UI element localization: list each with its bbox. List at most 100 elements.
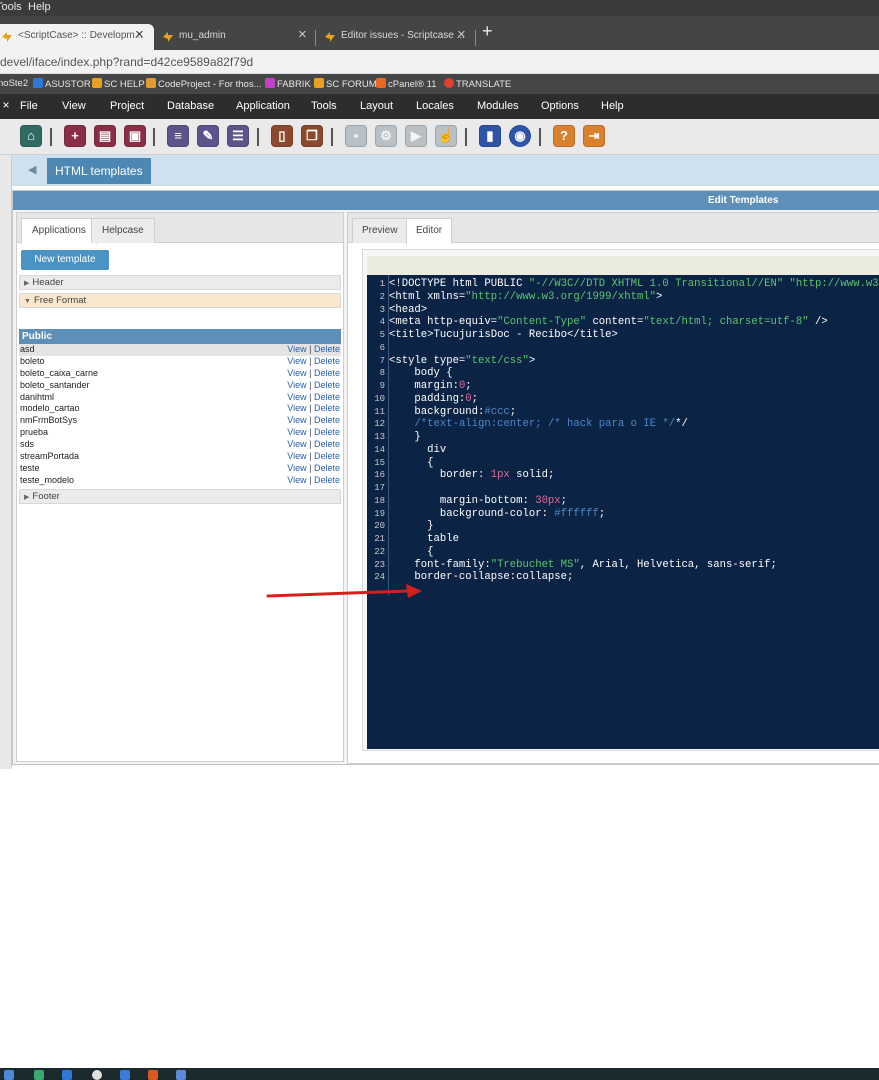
taskbar-app-icon[interactable]: [176, 1070, 186, 1080]
list-item[interactable]: boleto_santander View | Delete: [19, 380, 341, 392]
taskbar-app-icon[interactable]: [92, 1070, 102, 1080]
taskbar-app-icon[interactable]: [120, 1070, 130, 1080]
template-name[interactable]: nmFrmBotSys: [20, 415, 77, 427]
document-icon[interactable]: ▯: [271, 125, 293, 147]
section-header[interactable]: ▶ Header: [19, 275, 341, 290]
menu-view[interactable]: View: [62, 100, 86, 112]
collapse-arrow-icon[interactable]: ◀: [28, 163, 36, 176]
menu-project[interactable]: Project: [110, 100, 144, 112]
delete-link[interactable]: Delete: [314, 344, 340, 354]
close-icon[interactable]: ×: [457, 26, 466, 43]
template-name[interactable]: modelo_cartao: [20, 403, 80, 415]
view-link[interactable]: View: [287, 427, 306, 437]
list-item[interactable]: sds View | Delete: [19, 439, 341, 451]
close-icon[interactable]: ×: [135, 26, 144, 43]
bookmark-item[interactable]: CodeProject - For thos...: [146, 78, 261, 90]
help-icon[interactable]: ?: [553, 125, 575, 147]
os-menu-help[interactable]: Help: [28, 1, 51, 13]
delete-link[interactable]: Delete: [314, 475, 340, 485]
spellcheck-icon[interactable]: ◉: [509, 125, 531, 147]
run-icon[interactable]: ▶: [405, 125, 427, 147]
taskbar-app-icon[interactable]: [4, 1070, 14, 1080]
list-item[interactable]: teste View | Delete: [19, 463, 341, 475]
edit-app-icon[interactable]: ✎: [197, 125, 219, 147]
menu-options[interactable]: Options: [541, 100, 579, 112]
bookmark-item[interactable]: TRANSLATE: [444, 78, 511, 90]
list-item[interactable]: streamPortada View | Delete: [19, 451, 341, 463]
database-icon[interactable]: ☰: [227, 125, 249, 147]
delete-link[interactable]: Delete: [314, 356, 340, 366]
tab-preview[interactable]: Preview: [352, 218, 408, 243]
list-item[interactable]: modelo_cartao View | Delete: [19, 403, 341, 415]
tab-editor[interactable]: Editor: [406, 218, 453, 244]
menu-application[interactable]: Application: [236, 100, 290, 112]
template-name[interactable]: streamPortada: [20, 451, 79, 463]
template-name[interactable]: boleto_santander: [20, 380, 90, 392]
open-project-icon[interactable]: ▤: [94, 125, 116, 147]
view-link[interactable]: View: [287, 463, 306, 473]
list-item[interactable]: danihtml View | Delete: [19, 392, 341, 404]
section-footer[interactable]: ▶ Footer: [19, 489, 341, 504]
delete-link[interactable]: Delete: [314, 368, 340, 378]
menu-locales[interactable]: Locales: [416, 100, 454, 112]
taskbar-app-icon[interactable]: [148, 1070, 158, 1080]
template-name[interactable]: boleto: [20, 356, 45, 368]
list-item[interactable]: nmFrmBotSys View | Delete: [19, 415, 341, 427]
close-icon[interactable]: ×: [0, 94, 12, 119]
template-name[interactable]: sds: [20, 439, 34, 451]
list-item[interactable]: boleto_caixa_carne View | Delete: [19, 368, 341, 380]
menu-tools[interactable]: Tools: [311, 100, 337, 112]
bookmark-item[interactable]: cPanel® 11: [376, 78, 437, 90]
code-editor[interactable]: 1 <!DOCTYPE html PUBLIC "-//W3C//DTD XHTM…: [367, 275, 879, 749]
template-name[interactable]: prueba: [20, 427, 48, 439]
delete-link[interactable]: Delete: [314, 451, 340, 461]
touch-icon[interactable]: ☝: [435, 125, 457, 147]
delete-link[interactable]: Delete: [314, 439, 340, 449]
delete-link[interactable]: Delete: [314, 427, 340, 437]
view-link[interactable]: View: [287, 356, 306, 366]
list-item[interactable]: asd View | Delete: [19, 344, 341, 356]
browser-tab-scriptcase[interactable]: <ScriptCase> :: Developm... ×: [0, 24, 154, 50]
view-link[interactable]: View: [287, 392, 306, 402]
section-free-format[interactable]: ▼ Free Format: [19, 293, 341, 308]
save-icon[interactable]: ▪: [345, 125, 367, 147]
template-name[interactable]: teste_modelo: [20, 475, 74, 487]
home-icon[interactable]: ⌂: [20, 125, 42, 147]
bookmark-item[interactable]: SC HELP: [92, 78, 145, 90]
view-link[interactable]: View: [287, 344, 306, 354]
new-template-button[interactable]: New template: [21, 250, 109, 270]
delete-link[interactable]: Delete: [314, 403, 340, 413]
new-app-list-icon[interactable]: ≡: [167, 125, 189, 147]
browser-tab-mu-admin[interactable]: mu_admin ×: [155, 24, 315, 50]
address-bar[interactable]: devel/iface/index.php?rand=d42ce9589a82f…: [0, 50, 879, 74]
view-link[interactable]: View: [287, 475, 306, 485]
bookmark-item[interactable]: ASUSTOR: [33, 78, 91, 90]
template-name[interactable]: teste: [20, 463, 40, 475]
template-name[interactable]: boleto_caixa_carne: [20, 368, 98, 380]
template-name[interactable]: asd: [20, 344, 35, 356]
taskbar-app-icon[interactable]: [62, 1070, 72, 1080]
browser-tab-editor-issues[interactable]: Editor issues - Scriptcase ... ×: [317, 24, 475, 50]
close-icon[interactable]: ×: [298, 26, 307, 43]
view-link[interactable]: View: [287, 368, 306, 378]
view-link[interactable]: View: [287, 415, 306, 425]
new-tab-button[interactable]: +: [482, 21, 493, 42]
list-item[interactable]: prueba View | Delete: [19, 427, 341, 439]
delete-link[interactable]: Delete: [314, 392, 340, 402]
project-files-icon[interactable]: ▣: [124, 125, 146, 147]
view-link[interactable]: View: [287, 451, 306, 461]
generate-icon[interactable]: ⚙: [375, 125, 397, 147]
view-link[interactable]: View: [287, 403, 306, 413]
menu-help[interactable]: Help: [601, 100, 624, 112]
delete-link[interactable]: Delete: [314, 463, 340, 473]
menu-modules[interactable]: Modules: [477, 100, 519, 112]
taskbar-app-icon[interactable]: [34, 1070, 44, 1080]
template-name[interactable]: danihtml: [20, 392, 54, 404]
tab-applications[interactable]: Applications: [21, 218, 97, 244]
view-link[interactable]: View: [287, 380, 306, 390]
view-link[interactable]: View: [287, 439, 306, 449]
menu-file[interactable]: File: [20, 100, 38, 112]
bookmark-item[interactable]: SC FORUM: [314, 78, 377, 90]
bookmark-item[interactable]: FABRIK: [265, 78, 311, 90]
list-item[interactable]: boleto View | Delete: [19, 356, 341, 368]
